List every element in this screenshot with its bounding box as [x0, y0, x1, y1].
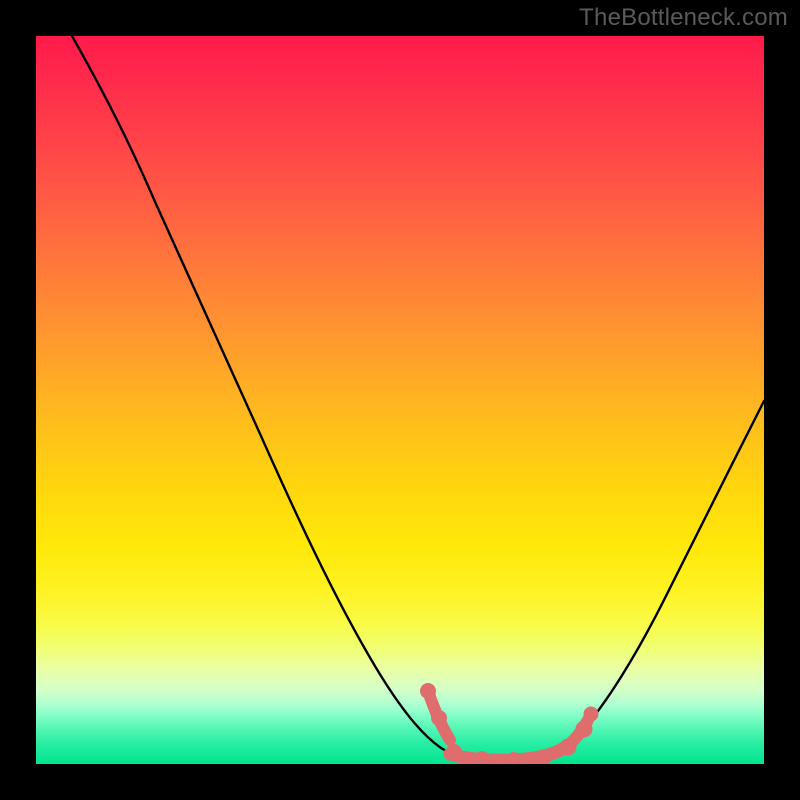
marker-band	[421, 684, 599, 765]
curve-layer	[36, 36, 764, 764]
plot-frame	[36, 36, 764, 764]
chart-container: TheBottleneck.com	[0, 0, 800, 800]
watermark-text: TheBottleneck.com	[579, 4, 788, 32]
bottleneck-curve	[72, 36, 764, 761]
